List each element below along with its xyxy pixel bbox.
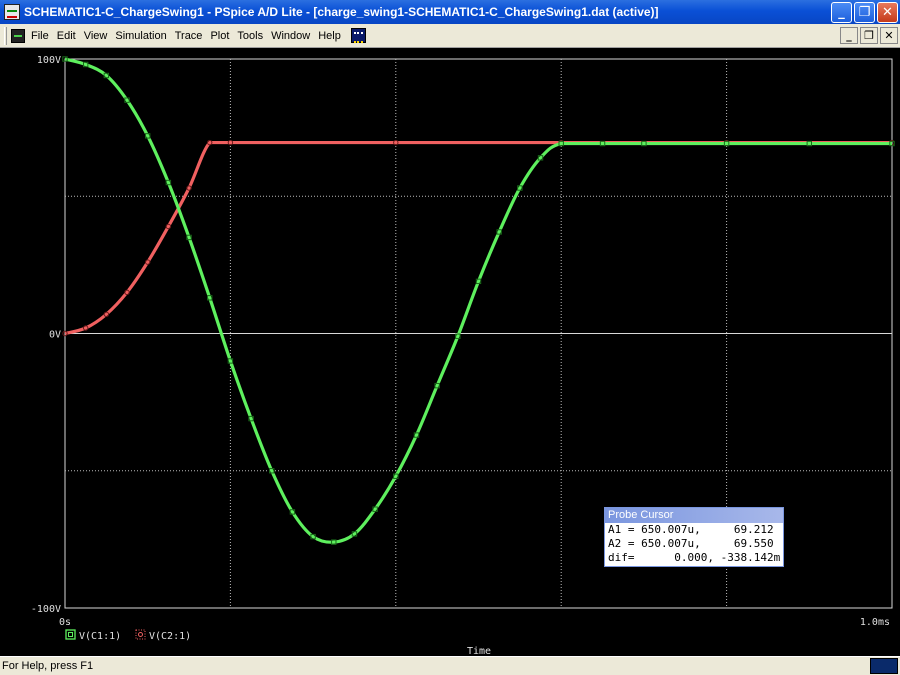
- x-tick-label: 0s: [59, 617, 71, 628]
- document-icon[interactable]: [11, 28, 25, 43]
- menu-help[interactable]: Help: [314, 30, 345, 42]
- toolbar-grip[interactable]: [4, 26, 7, 45]
- y-tick-label: -100V: [31, 604, 61, 615]
- menu-edit[interactable]: Edit: [53, 30, 80, 42]
- simulation-status-icon[interactable]: [870, 658, 898, 674]
- legend-marker-circle: [138, 632, 143, 637]
- menu-plot[interactable]: Plot: [206, 30, 233, 42]
- legend-marker-square: [135, 629, 146, 640]
- child-restore-button[interactable]: ❐: [860, 27, 878, 44]
- maximize-button[interactable]: ❐: [854, 1, 875, 23]
- legend-label: V(C1:1): [79, 631, 121, 642]
- plot-window[interactable]: 100V 0V -100V 0s 1.0ms Time V(C1:1) V(C2:1) Pr…: [0, 48, 900, 656]
- probe-cursor-window[interactable]: Probe Cursor A1 = 650.007u, 69.212 A2 = …: [604, 507, 784, 567]
- legend-marker-square: [65, 629, 76, 640]
- menu-trace[interactable]: Trace: [171, 30, 207, 42]
- x-tick-label: 1.0ms: [860, 617, 890, 628]
- menu-file[interactable]: File: [27, 30, 53, 42]
- legend-label: V(C2:1): [149, 631, 191, 642]
- minimize-button[interactable]: _: [831, 1, 852, 23]
- menu-window[interactable]: Window: [267, 30, 314, 42]
- menu-simulation[interactable]: Simulation: [111, 30, 170, 42]
- trace-vc1: [64, 57, 892, 544]
- menu-bar: File Edit View Simulation Trace Plot Too…: [0, 24, 900, 48]
- title-bar: SCHEMATIC1-C_ChargeSwing1 - PSpice A/D L…: [0, 0, 900, 24]
- probe-cursor-title[interactable]: Probe Cursor: [605, 508, 783, 523]
- y-tick-label: 100V: [37, 55, 61, 66]
- status-bar: For Help, press F1: [0, 656, 900, 675]
- status-help-text: For Help, press F1: [2, 660, 94, 672]
- probe-row-dif: dif= 0.000, -338.142m: [608, 551, 781, 564]
- child-minimize-button[interactable]: _: [840, 27, 858, 44]
- child-close-button[interactable]: ✕: [880, 27, 898, 44]
- legend-marker-inner: [68, 632, 73, 637]
- help-context-icon[interactable]: [350, 28, 366, 43]
- probe-row-a2: A2 = 650.007u, 69.550: [608, 537, 774, 550]
- menu-tools[interactable]: Tools: [233, 30, 267, 42]
- close-button[interactable]: ✕: [877, 1, 898, 23]
- y-tick-label: 0V: [49, 330, 61, 341]
- x-axis-label: Time: [467, 646, 491, 656]
- pspice-app-icon[interactable]: [4, 4, 20, 20]
- menu-view[interactable]: View: [80, 30, 112, 42]
- probe-row-a1: A1 = 650.007u, 69.212: [608, 523, 774, 536]
- window-title: SCHEMATIC1-C_ChargeSwing1 - PSpice A/D L…: [24, 5, 659, 19]
